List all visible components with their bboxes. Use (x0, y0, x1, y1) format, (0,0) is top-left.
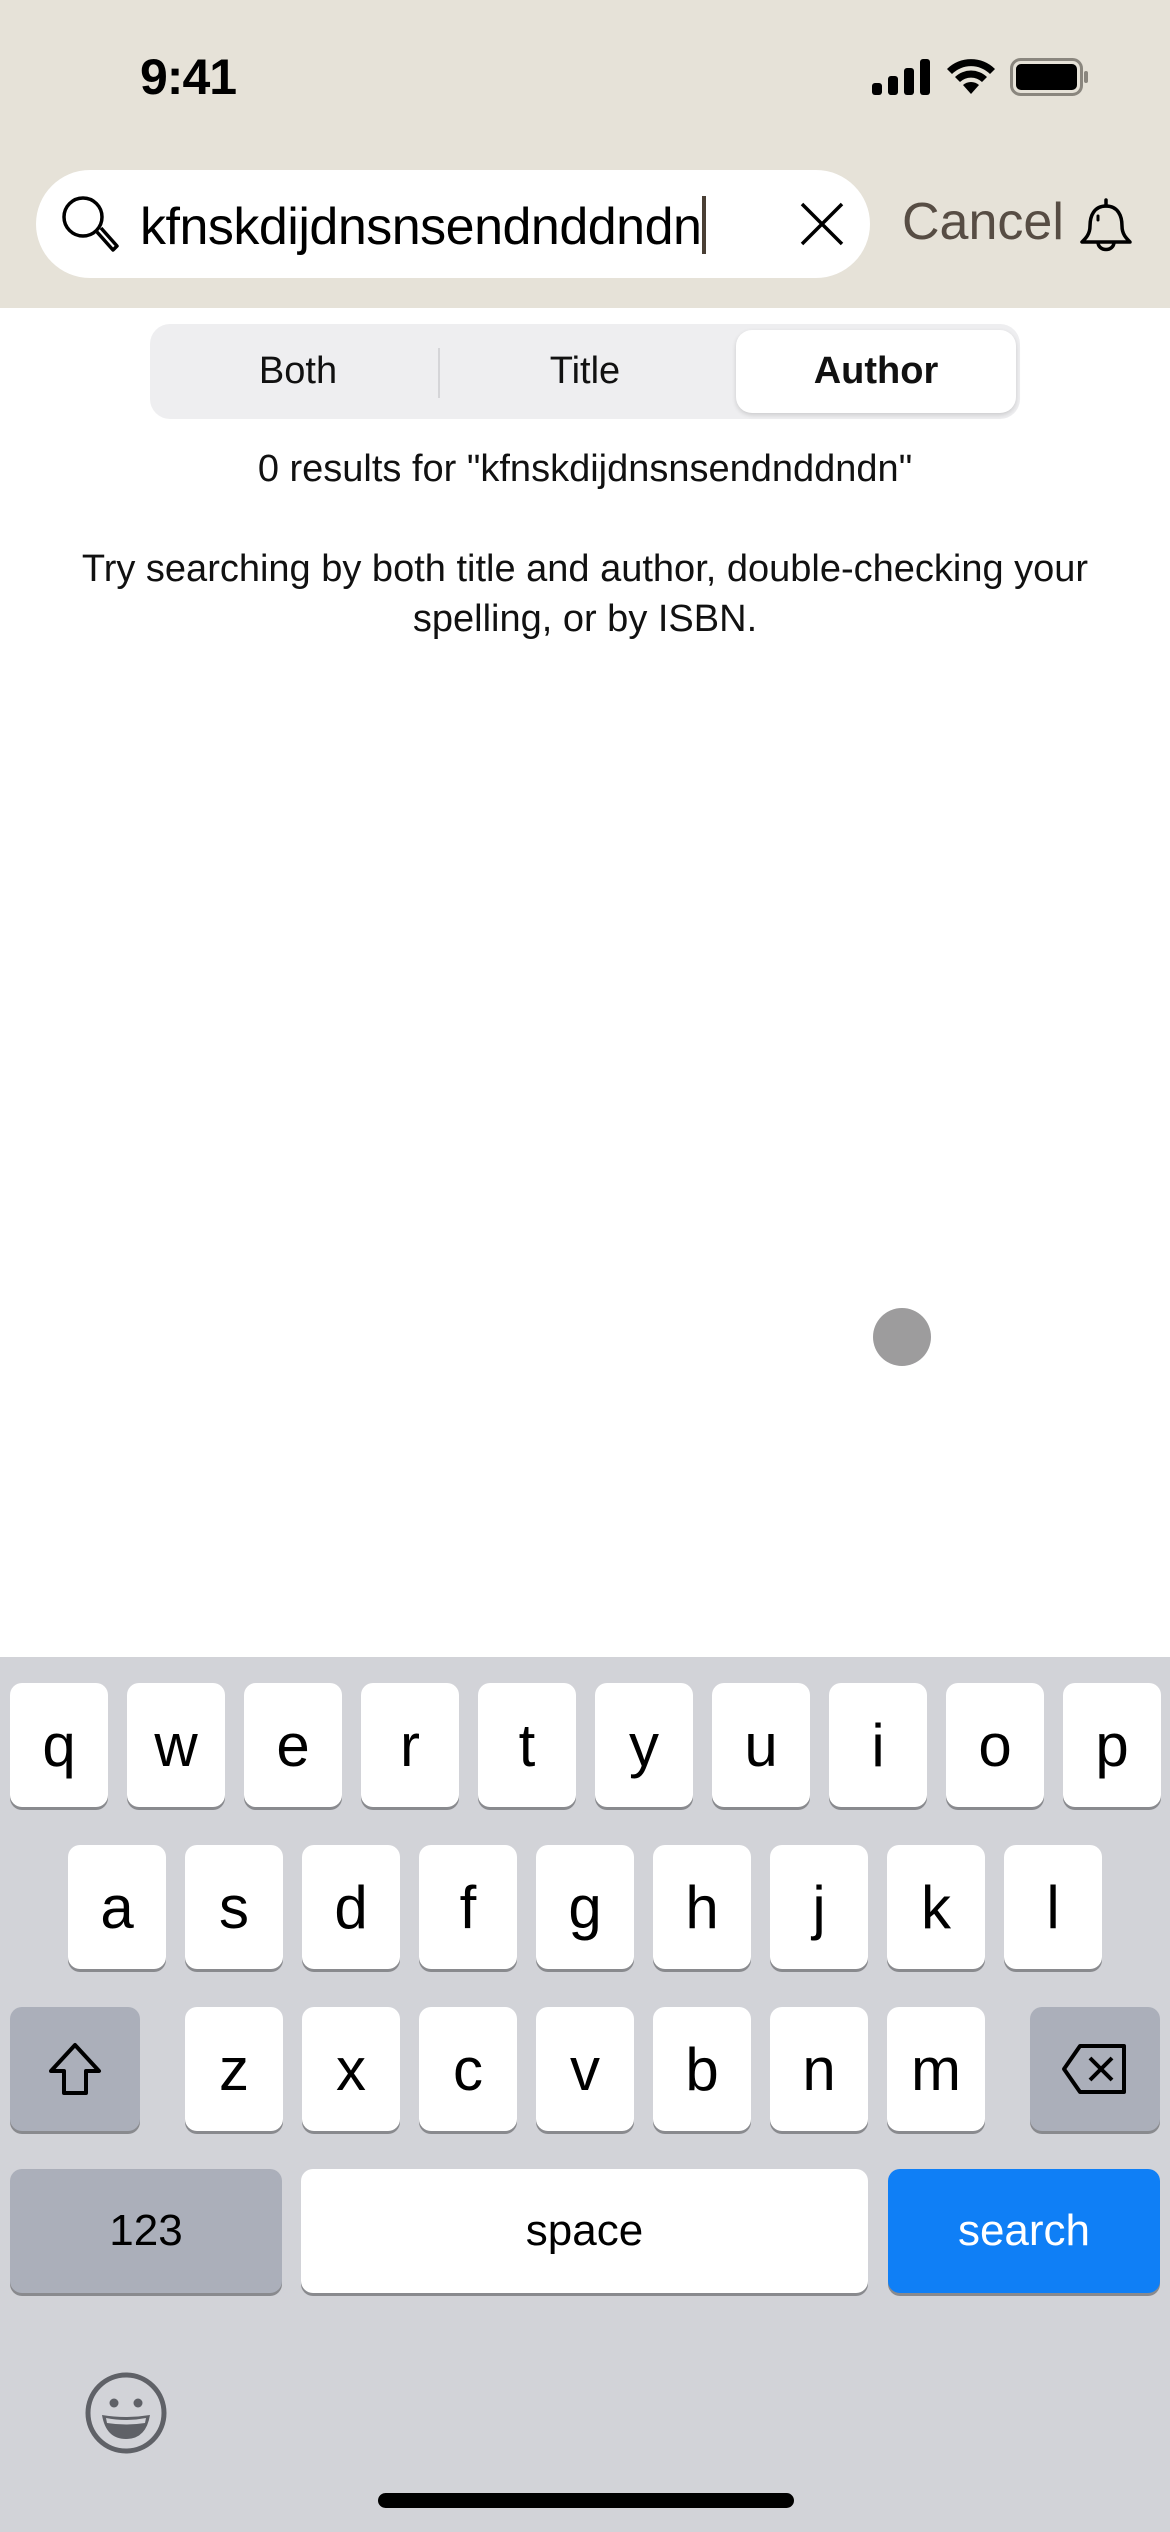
search-hint: Try searching by both title and author, … (81, 548, 1089, 640)
key-f[interactable]: f (419, 1845, 517, 1969)
bell-icon[interactable] (1078, 196, 1134, 260)
key-y[interactable]: y (595, 1683, 693, 1807)
scope-option-title[interactable]: Title (445, 330, 725, 413)
wifi-icon (947, 59, 995, 94)
search-icon (62, 196, 119, 252)
cancel-button[interactable]: Cancel (902, 192, 1064, 252)
key-x[interactable]: x (302, 2007, 400, 2131)
home-indicator (378, 2493, 794, 2508)
delete-key[interactable] (1030, 2007, 1160, 2131)
key-q[interactable]: q (10, 1683, 108, 1807)
clear-text-icon[interactable] (796, 198, 848, 250)
delete-backspace-icon (1062, 2044, 1126, 2094)
emoji-icon[interactable] (84, 2371, 168, 2455)
space-key[interactable]: space (301, 2169, 868, 2293)
status-icons (872, 58, 1090, 96)
shift-icon (49, 2043, 101, 2095)
key-d[interactable]: d (302, 1845, 400, 1969)
key-l[interactable]: l (1004, 1845, 1102, 1969)
text-caret (702, 196, 707, 254)
key-n[interactable]: n (770, 2007, 868, 2131)
keyboard: q w e r t y u i o p a s d f g h j k l z x c v b n m 123 space search (0, 1657, 1170, 2532)
shift-key[interactable] (10, 2007, 140, 2131)
key-s[interactable]: s (185, 1845, 283, 1969)
key-t[interactable]: t (478, 1683, 576, 1807)
results-summary: 0 results for "kfnskdijdnsnsendnddndn" (257, 448, 913, 490)
touch-indicator (873, 1308, 931, 1366)
key-k[interactable]: k (887, 1845, 985, 1969)
search-key[interactable]: search (888, 2169, 1160, 2293)
key-v[interactable]: v (536, 2007, 634, 2131)
key-m[interactable]: m (887, 2007, 985, 2131)
key-r[interactable]: r (361, 1683, 459, 1807)
scope-option-both[interactable]: Both (158, 330, 438, 413)
key-o[interactable]: o (946, 1683, 1044, 1807)
key-j[interactable]: j (770, 1845, 868, 1969)
search-query-text[interactable]: kfnskdijdnsnsendnddndn (140, 196, 707, 257)
cellular-signal-icon (872, 59, 930, 95)
key-p[interactable]: p (1063, 1683, 1161, 1807)
key-h[interactable]: h (653, 1845, 751, 1969)
scope-option-author[interactable]: Author (736, 330, 1016, 413)
key-e[interactable]: e (244, 1683, 342, 1807)
key-z[interactable]: z (185, 2007, 283, 2131)
key-c[interactable]: c (419, 2007, 517, 2131)
key-a[interactable]: a (68, 1845, 166, 1969)
key-u[interactable]: u (712, 1683, 810, 1807)
key-i[interactable]: i (829, 1683, 927, 1807)
key-b[interactable]: b (653, 2007, 751, 2131)
search-header: 9:41 kfnskdijdnsnsendnddndn Cancel (0, 0, 1170, 308)
scope-divider (438, 348, 440, 398)
key-g[interactable]: g (536, 1845, 634, 1969)
numbers-key[interactable]: 123 (10, 2169, 282, 2293)
search-scope-control: Both Title Author (150, 324, 1020, 419)
key-w[interactable]: w (127, 1683, 225, 1807)
search-input[interactable]: kfnskdijdnsnsendnddndn (36, 170, 870, 278)
battery-icon (1010, 58, 1088, 96)
status-time: 9:41 (140, 49, 237, 105)
